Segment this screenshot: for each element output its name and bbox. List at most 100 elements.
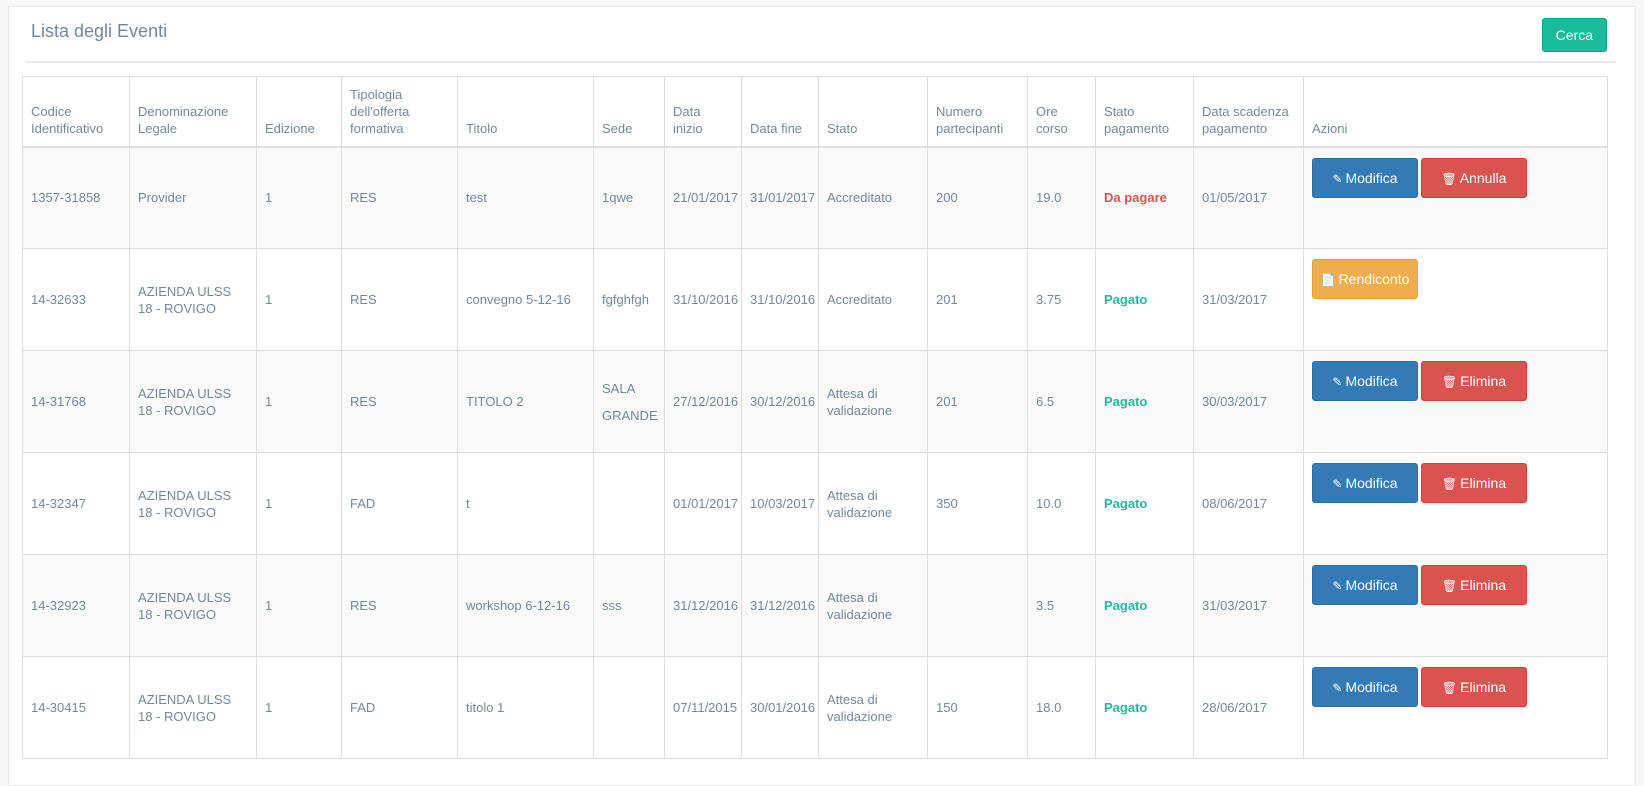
cell-denominazione: Provider bbox=[129, 146, 257, 249]
cell-partecipanti bbox=[927, 554, 1028, 657]
cell-denominazione: AZIENDA ULSS 18 - ROVIGO bbox=[129, 554, 257, 657]
delete-button[interactable]: 🗑 Elimina bbox=[1421, 667, 1527, 707]
col-scadenza: Data scadenza pagamento bbox=[1193, 76, 1304, 148]
cell-denominazione: AZIENDA ULSS 18 - ROVIGO bbox=[129, 452, 257, 555]
cell-scadenza: 30/03/2017 bbox=[1193, 350, 1304, 453]
cell-scadenza: 01/05/2017 bbox=[1193, 146, 1304, 249]
cell-data-fine: 31/10/2016 bbox=[741, 248, 819, 351]
col-sede: Sede bbox=[593, 76, 665, 148]
trash-icon: 🗑 bbox=[1441, 477, 1458, 491]
cancel-event-button[interactable]: 🗑 Annulla bbox=[1421, 157, 1527, 198]
cell-ore: 10.0 bbox=[1027, 452, 1096, 555]
payment-status-badge: Pagato bbox=[1095, 248, 1194, 351]
cell-azioni: ✎ Modifica 🗑 Annulla bbox=[1303, 146, 1608, 249]
edit-button[interactable]: ✎ Modifica bbox=[1312, 463, 1418, 503]
col-titolo: Titolo bbox=[457, 76, 594, 148]
edit-button[interactable]: ✎ Modifica bbox=[1312, 361, 1418, 401]
cell-partecipanti: 201 bbox=[927, 248, 1028, 351]
title-divider bbox=[26, 61, 1616, 63]
cell-stato: Accreditato bbox=[818, 248, 928, 351]
col-edizione: Edizione bbox=[256, 76, 342, 148]
col-tipologia: Tipologia dell'offerta formativa bbox=[341, 76, 458, 148]
cell-data-inizio: 21/01/2017 bbox=[664, 146, 742, 249]
cell-stato: Accreditato bbox=[818, 146, 928, 249]
table-row: 14-32347 AZIENDA ULSS 18 - ROVIGO 1 FAD … bbox=[22, 452, 1608, 555]
cell-ore: 3.75 bbox=[1027, 248, 1096, 351]
col-stato: Stato bbox=[818, 76, 928, 148]
cell-tipologia: FAD bbox=[341, 656, 458, 759]
cell-data-fine: 30/12/2016 bbox=[741, 350, 819, 453]
cell-data-inizio: 31/10/2016 bbox=[664, 248, 742, 351]
payment-status-badge: Da pagare bbox=[1095, 146, 1194, 249]
cancel-event-button-label: Annulla bbox=[1459, 169, 1507, 186]
pencil-icon: ✎ bbox=[1332, 477, 1343, 491]
cell-stato: Attesa di validazione bbox=[818, 452, 928, 555]
page-title: Lista degli Eventi bbox=[31, 21, 168, 41]
cell-titolo: test bbox=[457, 146, 594, 249]
trash-icon: 🗑 bbox=[1441, 375, 1458, 389]
cell-denominazione: AZIENDA ULSS 18 - ROVIGO bbox=[129, 248, 257, 351]
cell-sede: SALA GRANDE bbox=[593, 350, 665, 453]
table-row: 14-32923 AZIENDA ULSS 18 - ROVIGO 1 RES … bbox=[22, 554, 1608, 657]
cell-edizione: 1 bbox=[256, 350, 342, 453]
col-ore: Ore corso bbox=[1027, 76, 1096, 148]
table-row: 1357-31858 Provider 1 RES test 1qwe 21/0… bbox=[22, 146, 1608, 249]
cell-scadenza: 31/03/2017 bbox=[1193, 554, 1304, 657]
cell-codice: 14-32633 bbox=[22, 248, 130, 351]
cell-sede bbox=[593, 452, 665, 555]
cell-data-inizio: 27/12/2016 bbox=[664, 350, 742, 453]
payment-status-badge: Pagato bbox=[1095, 350, 1194, 453]
cell-tipologia: RES bbox=[341, 146, 458, 249]
cell-titolo: titolo 1 bbox=[457, 656, 594, 759]
trash-icon: 🗑 bbox=[1441, 681, 1458, 695]
cell-titolo: t bbox=[457, 452, 594, 555]
payment-status-badge: Pagato bbox=[1095, 656, 1194, 759]
col-codice: Codice Identificativo bbox=[22, 76, 130, 148]
cell-codice: 14-31768 bbox=[22, 350, 130, 453]
cell-scadenza: 31/03/2017 bbox=[1193, 248, 1304, 351]
cell-edizione: 1 bbox=[256, 656, 342, 759]
cell-stato: Attesa di validazione bbox=[818, 656, 928, 759]
cell-tipologia: RES bbox=[341, 554, 458, 657]
cell-scadenza: 28/06/2017 bbox=[1193, 656, 1304, 759]
edit-button[interactable]: ✎ Modifica bbox=[1312, 157, 1418, 198]
cell-azioni: ✎ Modifica 🗑 Elimina bbox=[1303, 452, 1608, 555]
cell-data-inizio: 01/01/2017 bbox=[664, 452, 742, 555]
pencil-icon: ✎ bbox=[1332, 681, 1343, 695]
report-button[interactable]: 📄 Rendiconto bbox=[1312, 259, 1418, 299]
cell-ore: 3.5 bbox=[1027, 554, 1096, 657]
col-partecipanti: Numero partecipanti bbox=[927, 76, 1028, 148]
cell-ore: 18.0 bbox=[1027, 656, 1096, 759]
cell-codice: 1357-31858 bbox=[22, 146, 130, 249]
cell-data-fine: 31/12/2016 bbox=[741, 554, 819, 657]
cell-titolo: convegno 5-12-16 bbox=[457, 248, 594, 351]
cell-scadenza: 08/06/2017 bbox=[1193, 452, 1304, 555]
delete-button-label: Elimina bbox=[1460, 373, 1507, 389]
cell-data-fine: 31/01/2017 bbox=[741, 146, 819, 249]
cell-edizione: 1 bbox=[256, 452, 342, 555]
delete-button[interactable]: 🗑 Elimina bbox=[1421, 361, 1527, 401]
cell-partecipanti: 201 bbox=[927, 350, 1028, 453]
edit-button[interactable]: ✎ Modifica bbox=[1312, 667, 1418, 707]
cell-partecipanti: 200 bbox=[927, 146, 1028, 249]
events-table: Codice Identificativo Denominazione Lega… bbox=[22, 76, 1608, 759]
cell-stato: Attesa di validazione bbox=[818, 350, 928, 453]
edit-button[interactable]: ✎ Modifica bbox=[1312, 565, 1418, 605]
cell-azioni: ✎ Modifica 🗑 Elimina bbox=[1303, 554, 1608, 657]
cell-titolo: workshop 6-12-16 bbox=[457, 554, 594, 657]
trash-icon: 🗑 bbox=[1441, 579, 1458, 593]
pencil-icon: ✎ bbox=[1332, 375, 1343, 389]
cell-codice: 14-32347 bbox=[22, 452, 130, 555]
search-button[interactable]: Cerca bbox=[1541, 18, 1607, 52]
edit-button-label: Modifica bbox=[1345, 169, 1398, 186]
col-data-fine: Data fine bbox=[741, 76, 819, 148]
delete-button[interactable]: 🗑 Elimina bbox=[1421, 565, 1527, 605]
cell-azioni: ✎ Modifica 🗑 Elimina bbox=[1303, 656, 1608, 759]
cell-titolo: TITOLO 2 bbox=[457, 350, 594, 453]
cell-data-inizio: 07/11/2015 bbox=[664, 656, 742, 759]
cell-edizione: 1 bbox=[256, 146, 342, 249]
delete-button[interactable]: 🗑 Elimina bbox=[1421, 463, 1527, 503]
cell-edizione: 1 bbox=[256, 554, 342, 657]
cell-denominazione: AZIENDA ULSS 18 - ROVIGO bbox=[129, 656, 257, 759]
trash-icon: 🗑 bbox=[1441, 171, 1457, 186]
